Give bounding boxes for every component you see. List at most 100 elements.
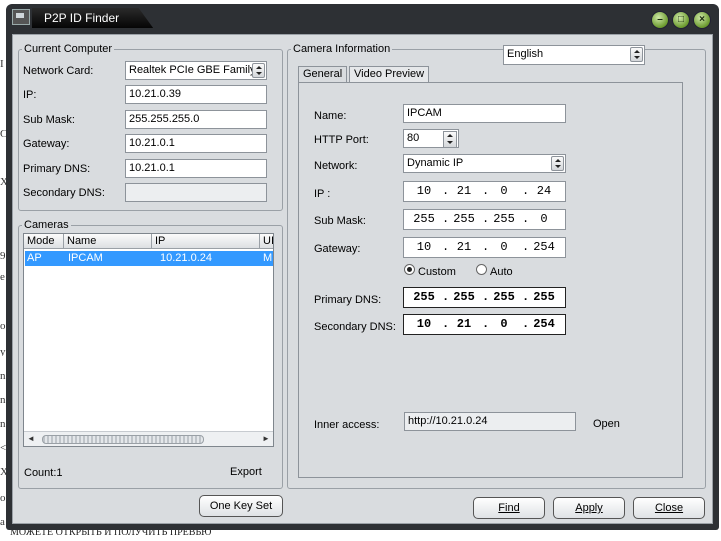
ip-octet[interactable]: 21 <box>449 184 479 198</box>
computer-ip-field[interactable]: 10.21.0.39 <box>125 85 267 104</box>
ip-label: IP: <box>23 89 37 101</box>
chevron-updown-icon[interactable] <box>252 63 265 78</box>
maximize-icon[interactable]: □ <box>672 11 690 29</box>
ip-dot: . <box>442 317 450 331</box>
computer-gateway-field[interactable]: 10.21.0.1 <box>125 134 267 153</box>
camera-ip-label: IP : <box>314 188 331 200</box>
ip-octet[interactable]: 21 <box>449 240 479 254</box>
close-button[interactable]: Close <box>633 497 705 519</box>
ip-dot: . <box>482 240 490 254</box>
current-computer-legend: Current Computer <box>24 43 113 55</box>
auto-label: Auto <box>490 266 513 278</box>
ip-octet[interactable]: 254 <box>529 317 559 331</box>
ip-octet[interactable]: 255 <box>409 212 439 226</box>
computer-secondary-dns-field[interactable] <box>125 183 267 202</box>
ip-octet[interactable]: 255 <box>409 290 439 304</box>
camera-gateway-label: Gateway: <box>314 243 361 255</box>
camera-submask-label: Sub Mask: <box>314 215 366 227</box>
spin-arrows-icon[interactable] <box>443 131 457 147</box>
ip-octet[interactable]: 10 <box>409 317 439 331</box>
tab-video-preview[interactable]: Video Preview <box>349 66 430 82</box>
main-panel: Current Computer Network Card: Realtek P… <box>12 34 713 524</box>
http-port-stepper[interactable]: 80 <box>403 129 459 148</box>
table-row[interactable]: AP IPCAM 10.21.0.24 MI <box>25 251 273 266</box>
ip-dot: . <box>482 184 490 198</box>
camera-name-label: Name: <box>314 110 347 122</box>
inner-access-field[interactable]: http://10.21.0.24 <box>404 412 576 431</box>
ip-dot: . <box>442 290 450 304</box>
camera-gateway-field[interactable]: 10. 21. 0. 254 <box>403 237 566 258</box>
ip-octet[interactable]: 255 <box>529 290 559 304</box>
count-value: 1 <box>56 467 63 479</box>
submask-label: Sub Mask: <box>23 114 75 126</box>
secondary-dns-label: Secondary DNS: <box>23 187 105 199</box>
ip-octet[interactable]: 0 <box>489 240 519 254</box>
camera-submask-field[interactable]: 255. 255. 255. 0 <box>403 209 566 230</box>
window-title: P2P ID Finder <box>32 8 154 28</box>
row-mode: AP <box>27 252 42 264</box>
column-header-mode[interactable]: Mode <box>24 234 64 249</box>
ip-octet[interactable]: 24 <box>529 184 559 198</box>
ip-octet[interactable]: 255 <box>449 290 479 304</box>
chevron-updown-icon[interactable] <box>551 156 564 171</box>
scroll-left-icon[interactable]: ◄ <box>26 434 36 444</box>
ip-dot: . <box>522 290 530 304</box>
cameras-list[interactable]: Mode Name IP UI AP IPCAM 10.21.0.24 MI ◄… <box>23 233 274 447</box>
apply-button[interactable]: Apply <box>553 497 625 519</box>
ip-dot: . <box>522 240 530 254</box>
row-ui: MI <box>263 252 273 264</box>
camera-name-field[interactable]: IPCAM <box>403 104 566 123</box>
language-value: English <box>507 48 544 60</box>
ip-octet[interactable]: 10 <box>409 240 439 254</box>
close-icon[interactable]: × <box>693 11 711 29</box>
close-label: Close <box>654 502 684 514</box>
camera-information-legend: Camera Information <box>293 43 391 55</box>
count-label: Count:1 <box>24 467 63 479</box>
ip-octet[interactable]: 254 <box>529 240 559 254</box>
computer-primary-dns-field[interactable]: 10.21.0.1 <box>125 159 267 178</box>
ip-dot: . <box>522 317 530 331</box>
ip-octet[interactable]: 255 <box>449 212 479 226</box>
scroll-right-icon[interactable]: ► <box>261 434 271 444</box>
gateway-label: Gateway: <box>23 138 70 150</box>
desktop-background-bottom: МОЖЕТЕ ОТКРЫТЬ И ПОЛУЧИТЬ ПРЕВЬЮ <box>0 527 721 541</box>
ip-octet[interactable]: 255 <box>489 212 519 226</box>
network-card-label: Network Card: <box>23 65 94 77</box>
open-link[interactable]: Open <box>593 418 620 430</box>
language-select[interactable]: English <box>503 45 645 65</box>
ip-octet[interactable]: 10 <box>409 184 439 198</box>
title-bar[interactable]: P2P ID Finder – □ × <box>6 4 719 34</box>
column-header-ip[interactable]: IP <box>152 234 260 249</box>
computer-submask-field[interactable]: 255.255.255.0 <box>125 110 267 129</box>
find-button[interactable]: Find <box>473 497 545 519</box>
camera-primary-dns-field[interactable]: 255. 255. 255. 255 <box>403 287 566 308</box>
network-value: Dynamic IP <box>407 157 464 169</box>
horizontal-scrollbar[interactable]: ◄ ► <box>24 431 273 446</box>
row-name: IPCAM <box>68 252 103 264</box>
p2p-id-finder-window: P2P ID Finder – □ × Current Computer Net… <box>6 4 719 530</box>
ip-dot: . <box>442 212 450 226</box>
custom-label: Custom <box>418 266 456 278</box>
scroll-thumb[interactable] <box>42 435 204 444</box>
ip-octet[interactable]: 0 <box>489 184 519 198</box>
one-key-set-button[interactable]: One Key Set <box>199 495 283 517</box>
network-card-select[interactable]: Realtek PCIe GBE Family <box>125 61 267 80</box>
ip-octet[interactable]: 0 <box>489 317 519 331</box>
camera-secondary-dns-field[interactable]: 10. 21. 0. 254 <box>403 314 566 335</box>
ip-dot: . <box>522 212 530 226</box>
column-header-name[interactable]: Name <box>64 234 152 249</box>
camera-ip-field[interactable]: 10. 21. 0. 24 <box>403 181 566 202</box>
export-link[interactable]: Export <box>230 466 262 478</box>
http-port-label: HTTP Port: <box>314 134 369 146</box>
tab-general[interactable]: General <box>298 66 348 83</box>
column-header-ui[interactable]: UI <box>260 234 273 249</box>
network-select[interactable]: Dynamic IP <box>403 154 566 173</box>
primary-dns-label: Primary DNS: <box>23 163 91 175</box>
custom-radio[interactable] <box>404 264 415 275</box>
ip-octet[interactable]: 21 <box>449 317 479 331</box>
chevron-updown-icon[interactable] <box>630 47 643 62</box>
ip-octet[interactable]: 0 <box>529 212 559 226</box>
auto-radio[interactable] <box>476 264 487 275</box>
ip-octet[interactable]: 255 <box>489 290 519 304</box>
minimize-icon[interactable]: – <box>651 11 669 29</box>
